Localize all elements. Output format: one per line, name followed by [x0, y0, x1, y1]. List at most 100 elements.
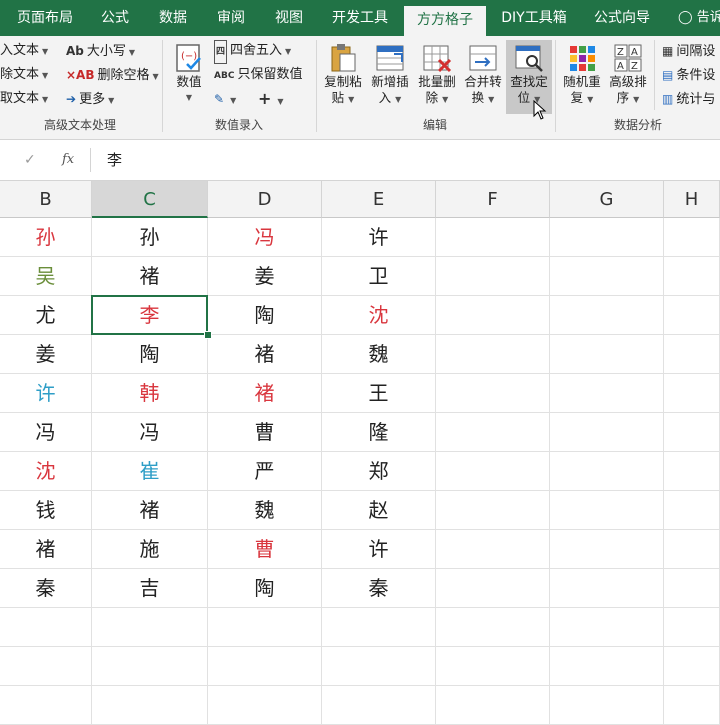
cell-c8[interactable]: 褚 — [92, 491, 208, 530]
cell-e11[interactable] — [322, 608, 436, 647]
cell-g7[interactable] — [550, 452, 664, 491]
cell-b6[interactable]: 冯 — [0, 413, 92, 452]
cell-g5[interactable] — [550, 374, 664, 413]
formula-input[interactable]: 李 — [90, 148, 720, 172]
cell-h2[interactable] — [664, 257, 720, 296]
cell-g2[interactable] — [550, 257, 664, 296]
cell-b13[interactable] — [0, 686, 92, 725]
cell-h7[interactable] — [664, 452, 720, 491]
check-icon[interactable]: ✓ — [24, 148, 36, 172]
cell-h4[interactable] — [664, 335, 720, 374]
plus-button[interactable]: + ▼ — [258, 88, 284, 110]
tab-formulas[interactable]: 公式 — [90, 0, 140, 36]
case-button[interactable]: Ab 大小写 ▼ — [66, 40, 135, 62]
cell-d6[interactable]: 曹 — [208, 413, 322, 452]
extract-text-button[interactable]: 取文本 ▼ — [0, 88, 48, 110]
cell-h9[interactable] — [664, 530, 720, 569]
cell-h11[interactable] — [664, 608, 720, 647]
tab-data[interactable]: 数据 — [148, 0, 198, 36]
cell-e2[interactable]: 卫 — [322, 257, 436, 296]
cell-e5[interactable]: 王 — [322, 374, 436, 413]
cell-d10[interactable]: 陶 — [208, 569, 322, 608]
random-repeat-button[interactable]: 随机重 复 ▼ — [559, 40, 605, 114]
tab-diy-toolbox[interactable]: DIY工具箱 — [492, 0, 576, 36]
cell-d12[interactable] — [208, 647, 322, 686]
tab-developer[interactable]: 开发工具 — [322, 0, 398, 36]
cell-f10[interactable] — [436, 569, 550, 608]
interval-settings-button[interactable]: ▦ 间隔设 — [662, 40, 715, 62]
cell-e3[interactable]: 沈 — [322, 296, 436, 335]
cell-c2[interactable]: 褚 — [92, 257, 208, 296]
batch-delete-button[interactable]: 批量删 除 ▼ — [414, 40, 460, 114]
cell-c4[interactable]: 陶 — [92, 335, 208, 374]
cell-e4[interactable]: 魏 — [322, 335, 436, 374]
cell-d1[interactable]: 冯 — [208, 218, 322, 257]
column-header-f[interactable]: F — [436, 181, 550, 218]
keep-values-button[interactable]: ABC 只保留数值 — [214, 64, 302, 86]
cell-d5[interactable]: 褚 — [208, 374, 322, 413]
more-button[interactable]: ➔ 更多 ▼ — [66, 88, 114, 110]
cell-d2[interactable]: 姜 — [208, 257, 322, 296]
cell-g3[interactable] — [550, 296, 664, 335]
cell-d11[interactable] — [208, 608, 322, 647]
cell-b12[interactable] — [0, 647, 92, 686]
cell-h13[interactable] — [664, 686, 720, 725]
cell-d8[interactable]: 魏 — [208, 491, 322, 530]
cell-b3[interactable]: 尤 — [0, 296, 92, 335]
remove-text-button[interactable]: 除文本 ▼ — [0, 64, 48, 86]
condition-settings-button[interactable]: ▤ 条件设 — [662, 64, 715, 86]
tab-formula-wizard[interactable]: 公式向导 — [584, 0, 660, 36]
insert-button[interactable]: 新增插 入 ▼ — [367, 40, 413, 114]
cell-f1[interactable] — [436, 218, 550, 257]
cell-b1[interactable]: 孙 — [0, 218, 92, 257]
tell-me-box[interactable]: ◯ 告诉 — [678, 0, 720, 36]
cell-h10[interactable] — [664, 569, 720, 608]
cell-f7[interactable] — [436, 452, 550, 491]
advanced-sort-button[interactable]: Z A A Z 高级排 序 ▼ — [605, 40, 651, 114]
cell-h3[interactable] — [664, 296, 720, 335]
tab-fangfang[interactable]: 方方格子 — [404, 6, 486, 36]
cell-g1[interactable] — [550, 218, 664, 257]
column-header-c[interactable]: C — [92, 181, 208, 218]
cell-g12[interactable] — [550, 647, 664, 686]
remove-space-button[interactable]: ×AB 删除空格 ▼ — [66, 64, 159, 86]
cell-c13[interactable] — [92, 686, 208, 725]
cell-d13[interactable] — [208, 686, 322, 725]
edit-format-button[interactable]: ✎ ▼ — [214, 88, 236, 110]
cell-h5[interactable] — [664, 374, 720, 413]
cell-c1[interactable]: 孙 — [92, 218, 208, 257]
cell-e7[interactable]: 郑 — [322, 452, 436, 491]
column-header-d[interactable]: D — [208, 181, 322, 218]
cell-b5[interactable]: 许 — [0, 374, 92, 413]
cell-f3[interactable] — [436, 296, 550, 335]
cell-f4[interactable] — [436, 335, 550, 374]
cell-c5[interactable]: 韩 — [92, 374, 208, 413]
cell-h1[interactable] — [664, 218, 720, 257]
cell-d3[interactable]: 陶 — [208, 296, 322, 335]
copy-paste-button[interactable]: 复制粘 贴 ▼ — [320, 40, 366, 114]
cell-c6[interactable]: 冯 — [92, 413, 208, 452]
cell-g13[interactable] — [550, 686, 664, 725]
cell-f5[interactable] — [436, 374, 550, 413]
cell-d7[interactable]: 严 — [208, 452, 322, 491]
cell-h8[interactable] — [664, 491, 720, 530]
cell-e10[interactable]: 秦 — [322, 569, 436, 608]
cell-c9[interactable]: 施 — [92, 530, 208, 569]
tab-view[interactable]: 视图 — [264, 0, 314, 36]
cell-c12[interactable] — [92, 647, 208, 686]
cell-c10[interactable]: 吉 — [92, 569, 208, 608]
column-header-g[interactable]: G — [550, 181, 664, 218]
round-button[interactable]: 四四舍五入 ▼ — [214, 40, 291, 64]
cell-g9[interactable] — [550, 530, 664, 569]
cell-f13[interactable] — [436, 686, 550, 725]
cell-c3[interactable]: 李 — [92, 296, 208, 335]
merge-convert-button[interactable]: 合并转 换 ▼ — [460, 40, 506, 114]
cell-e13[interactable] — [322, 686, 436, 725]
cell-h6[interactable] — [664, 413, 720, 452]
cell-e1[interactable]: 许 — [322, 218, 436, 257]
cell-b9[interactable]: 褚 — [0, 530, 92, 569]
cell-d9[interactable]: 曹 — [208, 530, 322, 569]
cell-g6[interactable] — [550, 413, 664, 452]
cell-b4[interactable]: 姜 — [0, 335, 92, 374]
insert-function-button[interactable]: fx — [62, 148, 74, 172]
